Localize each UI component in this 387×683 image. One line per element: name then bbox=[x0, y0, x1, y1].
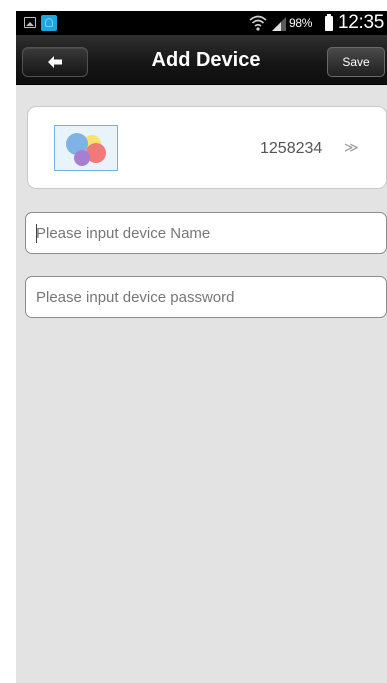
status-bar: 98% 12:35 bbox=[16, 11, 387, 35]
save-button[interactable]: Save bbox=[327, 47, 385, 77]
title-bar: Add Device Save bbox=[16, 35, 387, 85]
battery-percent: 98% bbox=[289, 16, 313, 30]
app-notification-icon bbox=[41, 15, 57, 31]
signal-icon bbox=[272, 17, 286, 31]
clock-time: 12:35 bbox=[338, 12, 385, 33]
device-name-field[interactable] bbox=[25, 212, 387, 254]
back-arrow-icon bbox=[48, 56, 62, 68]
app-screen: 98% 12:35 Add Device Save 1258234 ≫ bbox=[16, 11, 387, 683]
image-notification-icon bbox=[24, 17, 36, 28]
device-name-input[interactable] bbox=[36, 213, 381, 253]
battery-icon bbox=[325, 14, 333, 31]
device-password-field[interactable] bbox=[25, 276, 387, 318]
device-color-circles-icon bbox=[54, 125, 118, 171]
device-id: 1258234 bbox=[260, 140, 323, 157]
device-card[interactable]: 1258234 ≫ bbox=[27, 106, 387, 189]
device-password-input[interactable] bbox=[36, 277, 381, 317]
page-title: Add Device bbox=[151, 49, 261, 71]
chevron-right-icon: ≫ bbox=[344, 139, 359, 155]
wifi-icon bbox=[249, 15, 267, 31]
back-button[interactable] bbox=[22, 47, 88, 77]
